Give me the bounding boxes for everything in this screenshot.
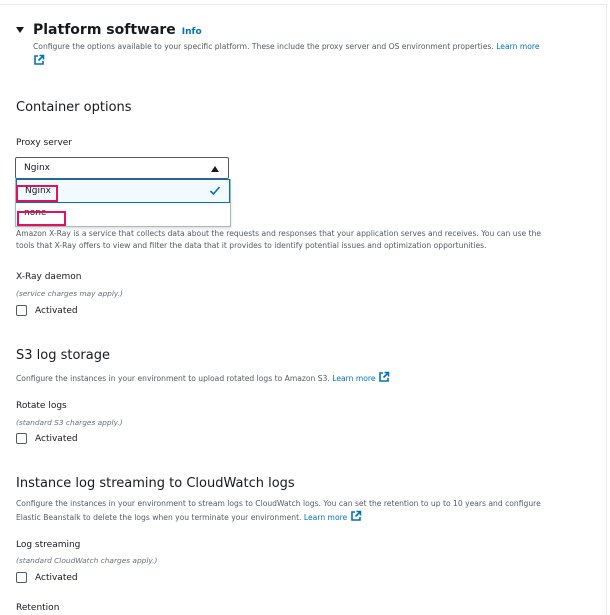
xray-activated-label[interactable]: Activated [35,306,78,316]
log-streaming-activated-label[interactable]: Activated [35,573,78,583]
proxy-server-selected-value: Nginx [24,163,50,173]
check-icon [209,186,221,196]
rotate-logs-activated-label[interactable]: Activated [35,434,78,444]
proxy-server-label: Proxy server [16,138,73,148]
log-streaming-activated-row[interactable]: Activated [16,572,78,583]
external-link-icon[interactable] [33,54,45,66]
retention-label: Retention [16,603,60,613]
rotate-logs-activated-row[interactable]: Activated [16,433,78,444]
xray-description: Amazon X-Ray is a service that collects … [16,228,606,252]
annotation-highlight-none [17,211,66,226]
platform-software-title: Platform software [33,22,176,38]
annotation-highlight-nginx [16,185,58,202]
cloudwatch-description: Configure the instances in your environm… [16,498,606,524]
xray-activated-row[interactable]: Activated [16,305,78,316]
platform-software-header[interactable]: Platform software Info [16,22,202,38]
panel-right-border [606,4,607,615]
s3-description: Configure the instances in your environm… [16,371,606,385]
xray-daemon-hint: (service charges may apply.) [16,289,123,298]
rotate-logs-hint: (standard S3 charges apply.) [16,418,123,427]
cloudwatch-description-line1: Configure the instances in your environm… [16,499,541,508]
log-streaming-checkbox[interactable] [16,572,27,583]
info-link[interactable]: Info [182,27,202,37]
dropdown-arrow-up-icon [211,166,219,172]
xray-daemon-label: X-Ray daemon [16,272,82,282]
log-streaming-hint: (standard CloudWatch charges apply.) [16,556,158,565]
container-options-title: Container options [16,100,132,115]
xray-description-line2: tools that X-Ray offers to view and filt… [16,241,487,250]
collapse-caret-icon[interactable] [16,27,24,33]
platform-learn-more-link[interactable]: Learn more [496,42,539,51]
s3-description-text: Configure the instances in your environm… [16,374,330,383]
cloudwatch-title: Instance log streaming to CloudWatch log… [16,476,295,491]
s3-learn-more-link[interactable]: Learn more [332,374,375,383]
platform-description-text: Configure the options available to your … [33,42,494,51]
cloudwatch-description-line2: Elastic Beanstalk to delete the logs whe… [16,513,302,522]
rotate-logs-checkbox[interactable] [16,433,27,444]
panel-top-border [0,4,606,5]
s3-log-storage-title: S3 log storage [16,348,110,363]
log-streaming-label: Log streaming [16,540,81,550]
page: Platform software Info Configure the opt… [0,0,610,615]
platform-description: Configure the options available to your … [33,41,603,53]
rotate-logs-label: Rotate logs [16,401,67,411]
cloudwatch-learn-more-link[interactable]: Learn more [304,513,347,522]
xray-description-line1: Amazon X-Ray is a service that collects … [16,229,542,238]
proxy-server-select[interactable]: Nginx [15,157,229,179]
s3-external-link-icon[interactable] [378,371,390,383]
cloudwatch-external-link-icon[interactable] [350,510,362,522]
cloudwatch-description-line2-row: Elastic Beanstalk to delete the logs whe… [16,510,606,524]
xray-activated-checkbox[interactable] [16,305,27,316]
